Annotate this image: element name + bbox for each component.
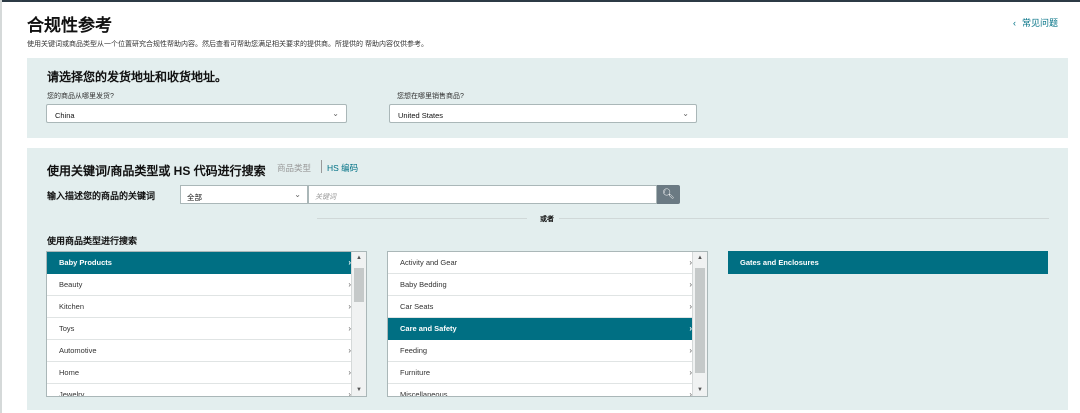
category-item[interactable]: Automotive › — [47, 340, 366, 362]
search-title: 使用关键词/商品类型或 HS 代码进行搜索 — [47, 164, 266, 178]
keyword-placeholder: 关键词 — [315, 194, 336, 201]
category-item[interactable]: Baby Bedding › — [388, 274, 707, 296]
category-item-label: Toys — [59, 324, 75, 333]
search-icon: 🔍︎ — [662, 189, 675, 200]
category-item[interactable]: Toys › — [47, 318, 366, 340]
category-list-level1-items: Baby Products › Beauty › Kitchen › Toys › Automo… — [47, 252, 366, 397]
category-item-label: Jewelry — [59, 390, 85, 397]
faq-link[interactable]: ‹ 常见问题 — [1013, 16, 1058, 29]
search-button[interactable]: 🔍︎ — [657, 185, 680, 204]
ship-from-select[interactable]: China ⌄ — [46, 104, 347, 123]
category-item-label: Baby Products — [59, 258, 112, 267]
page-title: 合规性参考 — [27, 16, 112, 35]
scroll-down-icon[interactable]: ▼ — [352, 387, 366, 393]
category-item[interactable]: Baby Products › — [47, 252, 366, 274]
scroll-down-icon[interactable]: ▼ — [693, 387, 707, 393]
category-label: 使用商品类型进行搜索 — [47, 236, 138, 246]
category-item-label: Kitchen — [59, 302, 85, 311]
category-item-label: Beauty — [59, 280, 83, 289]
scope-select[interactable]: 全部 ⌄ — [180, 185, 308, 204]
faq-label: 常见问题 — [1021, 18, 1058, 28]
category-item[interactable]: Car Seats › — [388, 296, 707, 318]
category-item-label: Car Seats — [400, 302, 434, 311]
or-divider-right — [559, 218, 1049, 219]
category-item[interactable]: Activity and Gear › — [388, 252, 707, 274]
chevron-down-icon: ⌄ — [294, 190, 301, 199]
scrollbar[interactable]: ▲ ▼ — [692, 252, 707, 396]
category-item-label: Feeding — [400, 346, 428, 355]
top-border — [0, 0, 1080, 2]
left-border — [0, 0, 2, 413]
category-item-label: Care and Safety — [400, 324, 457, 333]
chevron-down-icon: ⌄ — [682, 109, 689, 118]
keyword-input[interactable]: 关键词 — [308, 185, 657, 204]
category-item-label: Furniture — [400, 368, 431, 377]
ship-from-value: China — [55, 111, 75, 120]
ship-from-label: 您的商品从哪里发货? — [47, 93, 114, 100]
tab-divider — [321, 160, 322, 173]
category-item[interactable]: Miscellaneous › — [388, 384, 707, 397]
chevron-down-icon: ⌄ — [332, 109, 339, 118]
category-item-label: Baby Bedding — [400, 280, 447, 289]
sell-in-label: 您想在哪里销售商品? — [397, 93, 464, 100]
keyword-label: 输入描述您的商品的关键词 — [47, 191, 156, 201]
or-label: 或者 — [540, 216, 554, 223]
scope-value: 全部 — [187, 193, 202, 202]
category-item[interactable]: Feeding › — [388, 340, 707, 362]
category-item[interactable]: Beauty › — [47, 274, 366, 296]
search-panel: 使用关键词/商品类型或 HS 代码进行搜索 商品类型 HS 编码 输入描述您的商… — [27, 148, 1068, 410]
category-item-label: Miscellaneous — [400, 390, 448, 397]
category-item[interactable]: Jewelry › — [47, 384, 366, 397]
scroll-up-icon[interactable]: ▲ — [693, 255, 707, 261]
category-list-level2[interactable]: Activity and Gear › Baby Bedding › Car Seats… — [387, 251, 708, 397]
category-item-label: Activity and Gear — [400, 258, 458, 267]
sell-in-value: United States — [398, 111, 444, 120]
category-item-label: Gates and Enclosures — [740, 258, 819, 267]
category-item[interactable]: Kitchen › — [47, 296, 366, 318]
scroll-up-icon[interactable]: ▲ — [352, 255, 366, 261]
category-item-label: Home — [59, 368, 80, 377]
chevron-left-icon: ‹ — [1012, 18, 1016, 28]
tab-category[interactable]: 商品类型 — [277, 162, 311, 174]
or-divider-left — [317, 218, 527, 219]
address-panel: 请选择您的发货地址和收货地址。 您的商品从哪里发货? China ⌄ 您想在哪里… — [27, 58, 1068, 138]
address-title: 请选择您的发货地址和收货地址。 — [47, 70, 228, 84]
category-item[interactable]: Furniture › — [388, 362, 707, 384]
scrollbar-thumb[interactable] — [695, 268, 705, 373]
tab-hs-code[interactable]: HS 编码 — [327, 162, 358, 174]
sell-in-select[interactable]: United States ⌄ — [389, 104, 697, 123]
category-item[interactable]: Home › — [47, 362, 366, 384]
category-list-level1[interactable]: Baby Products › Beauty › Kitchen › Toys › Automo… — [46, 251, 367, 397]
page-subtitle: 使用关键词或商品类型从一个位置研究合规性帮助内容。然后查看可帮助您满足相关要求的… — [27, 41, 428, 48]
category-list-level2-items: Activity and Gear › Baby Bedding › Car Seats… — [388, 252, 707, 397]
scrollbar[interactable]: ▲ ▼ — [351, 252, 366, 396]
scrollbar-thumb[interactable] — [354, 268, 364, 302]
category-item-label: Automotive — [59, 346, 97, 355]
category-item[interactable]: Care and Safety › — [388, 318, 707, 340]
category-list-level3-item[interactable]: Gates and Enclosures — [728, 251, 1048, 274]
